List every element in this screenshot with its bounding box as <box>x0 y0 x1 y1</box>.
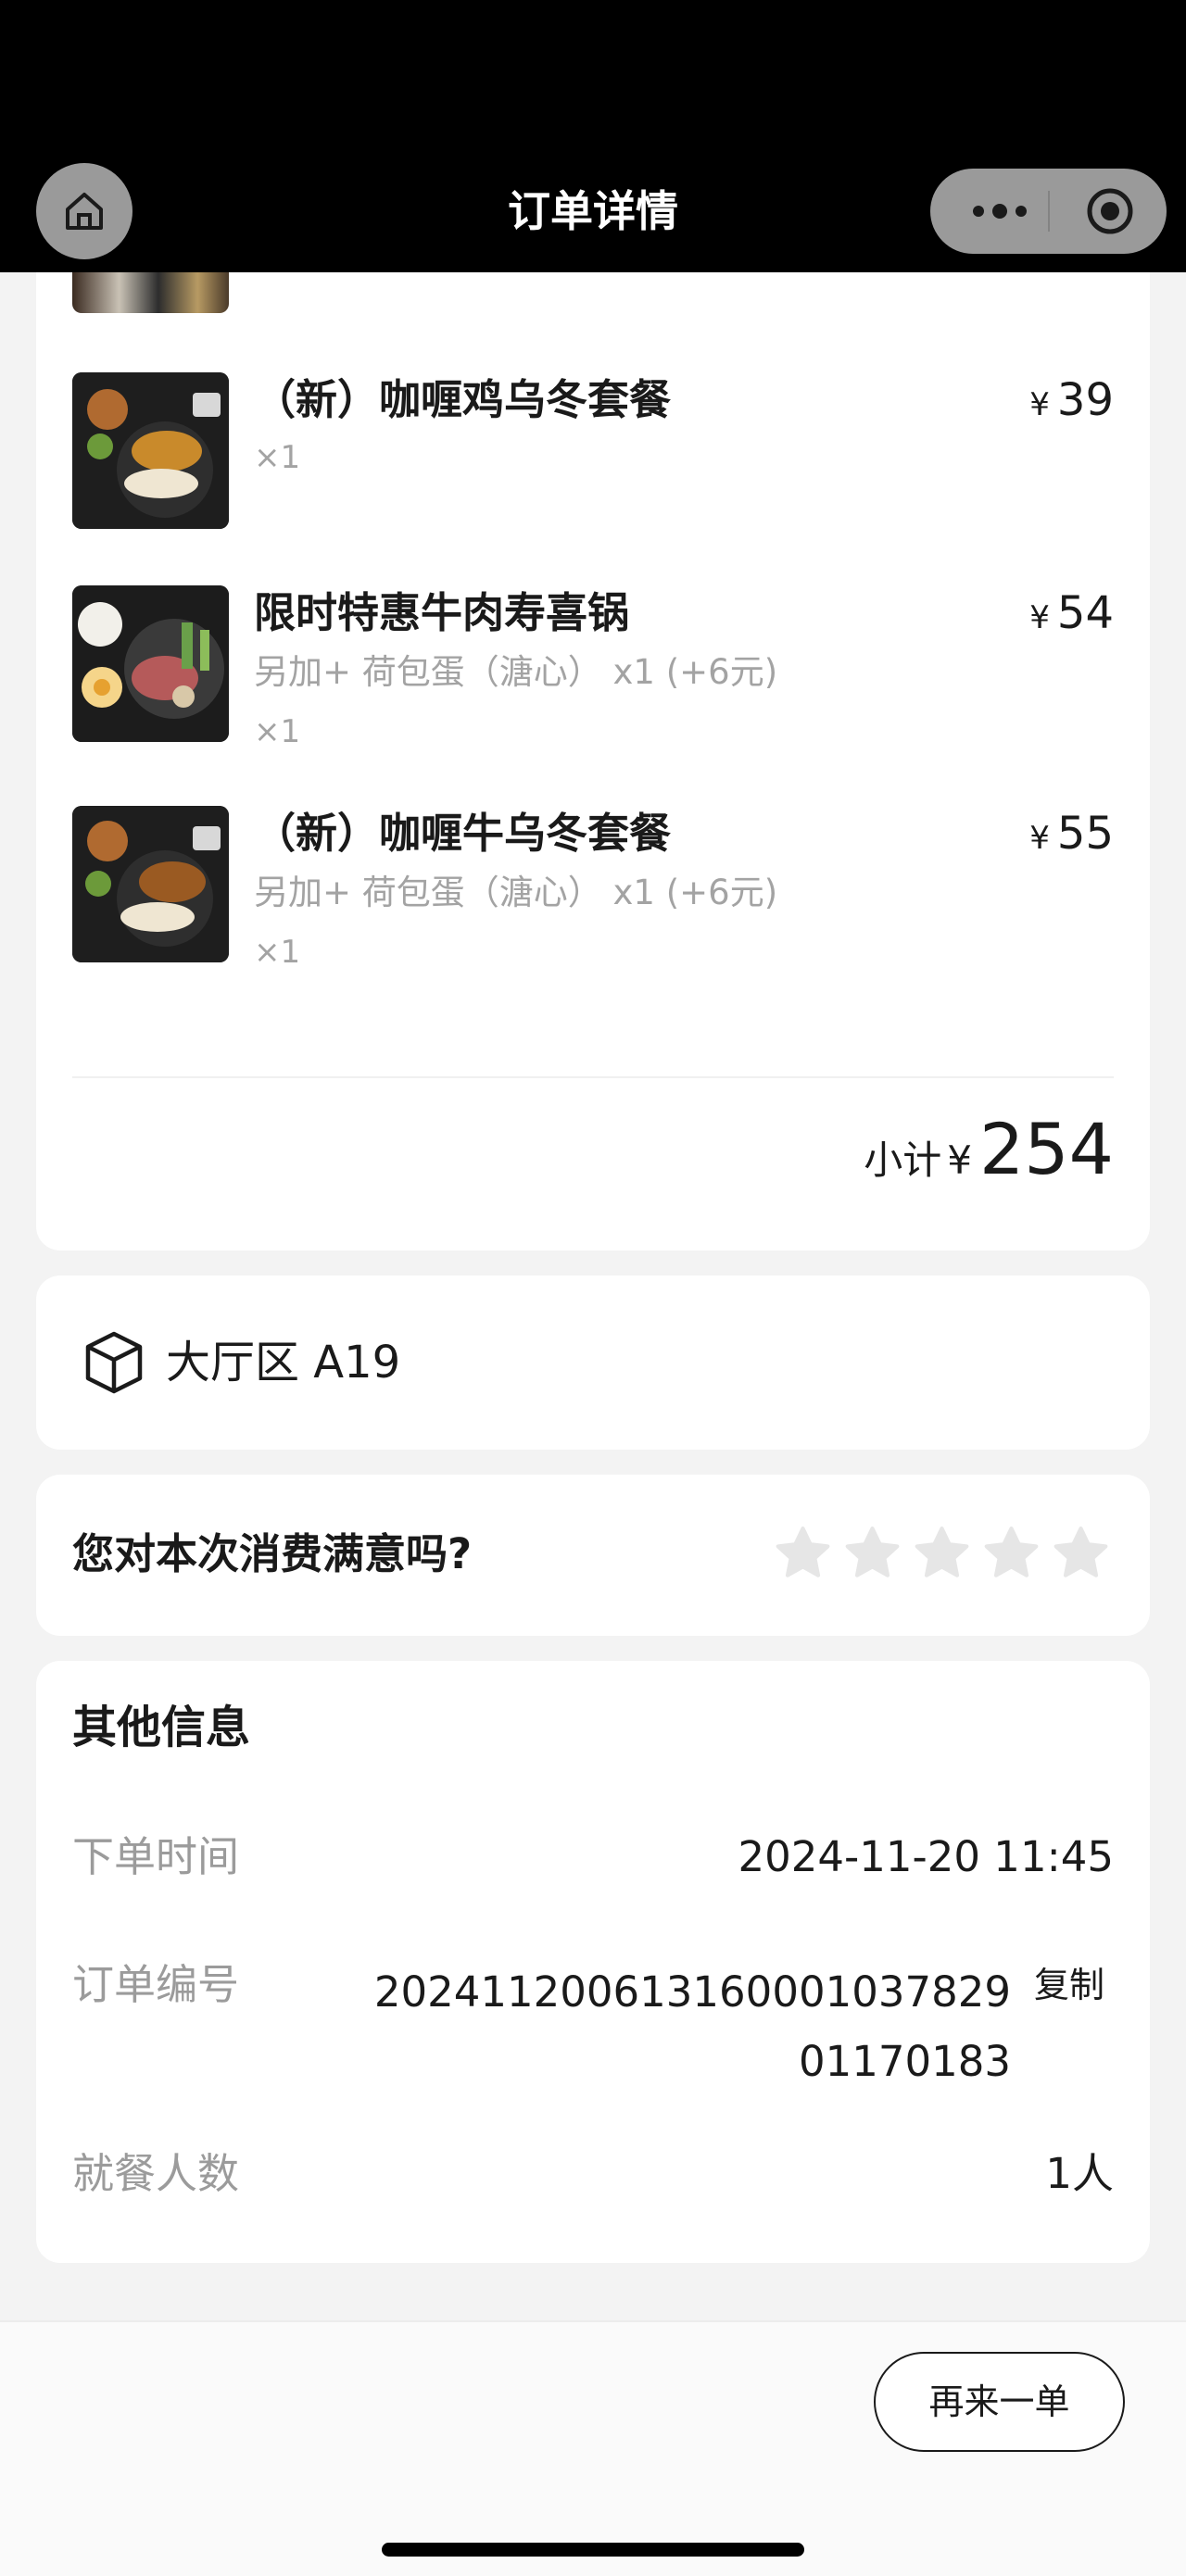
rating-card: 您对本次消费满意吗? <box>36 1475 1150 1636</box>
item-quantity: ×1 <box>254 934 301 971</box>
item-name: （新）咖喱牛乌冬套餐 <box>254 809 672 858</box>
list-item: （新）咖喱鸡乌冬套餐 ¥39 ×1 <box>72 372 1114 529</box>
item-addon: 另加+ 荷包蛋（溏心） x1 (+6元) <box>254 652 778 692</box>
subtotal-label: 小计 <box>864 1137 942 1183</box>
star-icon[interactable] <box>841 1523 903 1585</box>
item-name: （新）咖喱鸡乌冬套餐 <box>254 375 672 424</box>
item-quantity: ×1 <box>254 713 301 750</box>
order-no-label: 订单编号 <box>72 1960 240 2009</box>
divider <box>72 1076 1114 1078</box>
order-time-label: 下单时间 <box>72 1832 240 1881</box>
rating-question: 您对本次消费满意吗? <box>72 1529 473 1578</box>
home-indicator <box>382 2543 804 2557</box>
reorder-button[interactable]: 再来一单 <box>874 2352 1125 2452</box>
subtotal-amount: 254 <box>978 1108 1114 1190</box>
item-name: 限时特惠牛肉寿喜锅 <box>254 588 630 637</box>
star-icon[interactable] <box>1050 1523 1112 1585</box>
close-program-button[interactable] <box>1077 185 1143 237</box>
diners-value: 1人 <box>1045 2149 1114 2198</box>
item-price: ¥55 <box>1029 808 1114 860</box>
star-icon[interactable] <box>980 1523 1042 1585</box>
order-no-value: 202411200613160001037829 01170183 <box>374 1957 1011 2096</box>
subtotal: 小计 ¥ 254 <box>864 1108 1114 1190</box>
item-image-partial <box>72 272 229 313</box>
list-item: （新）咖喱牛乌冬套餐 ¥55 另加+ 荷包蛋（溏心） x1 (+6元) ×1 <box>72 806 1114 991</box>
list-item: 限时特惠牛肉寿喜锅 ¥54 另加+ 荷包蛋（溏心） x1 (+6元) ×1 <box>72 585 1114 771</box>
order-no-line1: 202411200613160001037829 <box>373 1967 1011 2017</box>
target-icon <box>1087 188 1133 234</box>
nav-header: 订单详情 <box>0 0 1186 272</box>
star-icon[interactable] <box>911 1523 973 1585</box>
mini-program-capsule <box>930 169 1167 254</box>
more-button[interactable] <box>962 187 1038 235</box>
table-card: 大厅区 A19 <box>36 1275 1150 1450</box>
item-price: ¥54 <box>1029 587 1114 639</box>
order-time-value: 2024-11-20 11:45 <box>738 1832 1114 1881</box>
cube-icon <box>85 1331 143 1394</box>
star-icon[interactable] <box>772 1523 834 1585</box>
item-addon: 另加+ 荷包蛋（溏心） x1 (+6元) <box>254 873 778 912</box>
other-info-card: 其他信息 下单时间 2024-11-20 11:45 订单编号 20241120… <box>36 1661 1150 2263</box>
item-image <box>72 585 229 742</box>
section-title: 其他信息 <box>72 1702 251 1753</box>
more-dots-icon <box>973 204 1027 219</box>
table-number: 大厅区 A19 <box>166 1337 401 1389</box>
item-price: ¥39 <box>1029 374 1114 426</box>
item-image <box>72 372 229 529</box>
order-no-line2: 01170183 <box>798 2037 1011 2086</box>
star-rating <box>772 1523 1112 1585</box>
bottom-action-bar: 再来一单 <box>0 2320 1186 2576</box>
diners-label: 就餐人数 <box>72 2149 240 2198</box>
subtotal-currency: ¥ <box>947 1137 972 1183</box>
copy-button[interactable]: 复制 <box>1034 1957 1104 2013</box>
item-quantity: ×1 <box>254 439 301 476</box>
capsule-divider <box>1048 191 1050 232</box>
item-image <box>72 806 229 962</box>
